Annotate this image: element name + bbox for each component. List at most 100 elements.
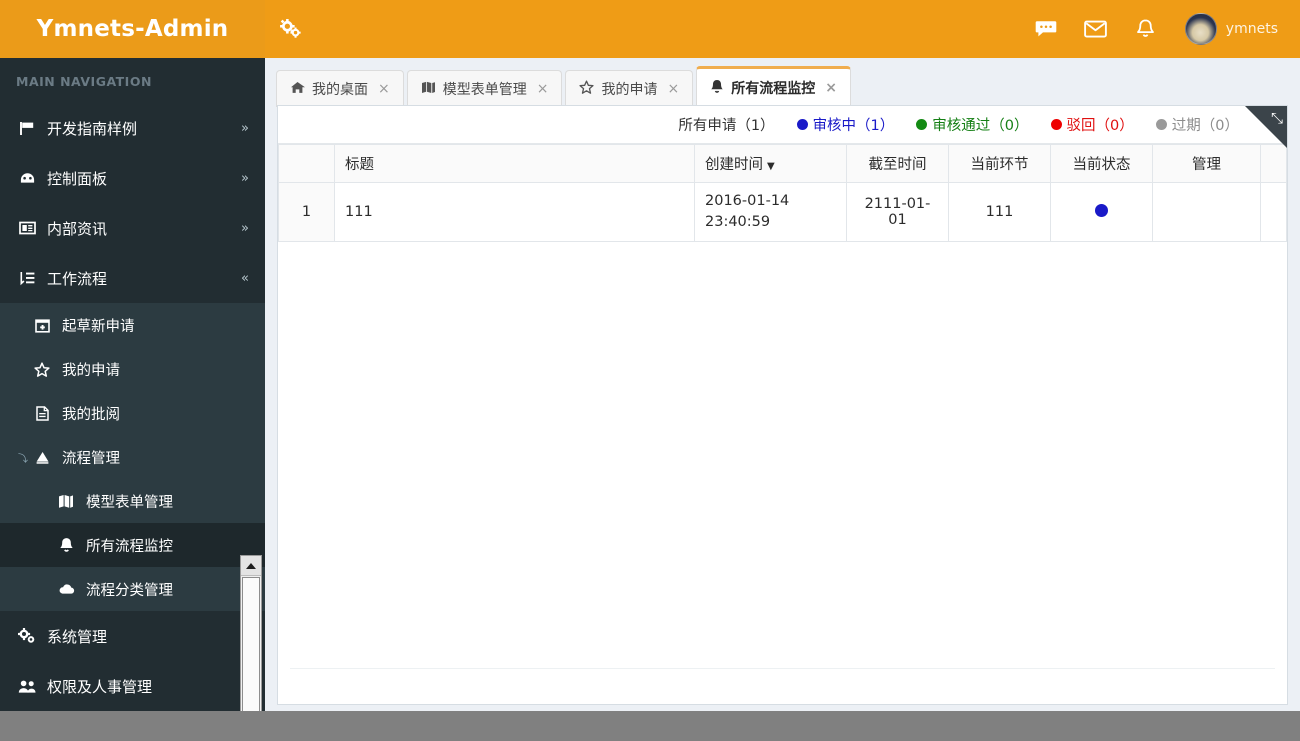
tab-my-desktop[interactable]: 我的桌面 × bbox=[276, 70, 404, 107]
filter-label: 驳回（0） bbox=[1066, 118, 1134, 134]
table-body: 1 111 2016-01-14 23:40:59 2111-01-01 111 bbox=[278, 181, 1287, 243]
filter-in-review[interactable]: 审核中（1） bbox=[796, 114, 894, 135]
triangle-up-icon bbox=[246, 562, 256, 569]
tab-my-applications[interactable]: 我的申请 × bbox=[565, 70, 694, 107]
sidebar-toggle-button[interactable] bbox=[265, 0, 317, 58]
sidebar-item-new-application[interactable]: 起草新申请 bbox=[0, 303, 265, 347]
file-icon bbox=[30, 405, 54, 421]
sidebar-item-flow-management[interactable]: ⤵ 流程管理 bbox=[0, 435, 265, 479]
cell-title: 111 bbox=[334, 181, 695, 243]
filter-rejected[interactable]: 驳回（0） bbox=[1050, 114, 1134, 135]
newspaper-icon bbox=[14, 221, 40, 235]
envelope-icon bbox=[1084, 20, 1108, 38]
notifications-button[interactable] bbox=[1121, 0, 1171, 58]
sidebar-item-label: 我的批阅 bbox=[62, 406, 120, 423]
caret-icon: ⤵ bbox=[18, 453, 28, 465]
chevron-down-icon: » bbox=[241, 220, 249, 236]
cell-current-status bbox=[1050, 181, 1153, 243]
sidebar: MAIN NAVIGATION 开发指南样例 » 控制面板 » 内部资讯 » 工… bbox=[0, 58, 265, 741]
tab-bar: 我的桌面 × 模型表单管理 × 我的申请 × 所有流程监控 × bbox=[265, 58, 1300, 107]
filter-expired[interactable]: 过期（0） bbox=[1155, 114, 1239, 135]
sidebar-item-label: 控制面板 bbox=[47, 169, 108, 188]
create-time: 23:40:59 bbox=[705, 214, 771, 231]
sidebar-item-all-process-monitor[interactable]: 所有流程监控 bbox=[0, 523, 265, 567]
chevron-down-icon: » bbox=[241, 170, 249, 186]
status-dot-blue bbox=[796, 119, 808, 130]
book-icon bbox=[421, 81, 436, 98]
sidebar-item-label: 流程管理 bbox=[62, 450, 120, 467]
cell-create-time: 2016-01-14 23:40:59 bbox=[694, 181, 847, 243]
tab-label: 我的申请 bbox=[601, 82, 658, 98]
status-dot-blue bbox=[1095, 203, 1108, 217]
fullscreen-toggle[interactable]: ⤡ bbox=[1245, 106, 1287, 148]
sidebar-item-label: 权限及人事管理 bbox=[47, 677, 153, 696]
sidebar-item-label: 内部资讯 bbox=[47, 219, 108, 238]
tab-close-icon[interactable]: × bbox=[537, 81, 549, 97]
star-icon bbox=[579, 80, 595, 98]
bell-icon bbox=[710, 79, 724, 98]
cell-manage bbox=[1152, 181, 1261, 243]
status-dot-gray bbox=[1155, 119, 1167, 130]
chevron-up-icon: « bbox=[241, 270, 249, 286]
mail-button[interactable] bbox=[1071, 0, 1121, 58]
sidebar-item-dev-guide[interactable]: 开发指南样例 » bbox=[0, 103, 265, 153]
filter-label: 所有申请（1） bbox=[678, 118, 775, 134]
sidebar-item-model-form-management[interactable]: 模型表单管理 bbox=[0, 479, 265, 523]
user-menu[interactable]: ymnets bbox=[1171, 0, 1300, 58]
filter-label: 过期（0） bbox=[1171, 118, 1239, 134]
status-dot-green bbox=[916, 119, 928, 130]
home-icon bbox=[290, 81, 305, 98]
filter-label: 审核通过（0） bbox=[932, 118, 1029, 134]
process-table: 标题 创建时间 ▼ 截至时间 当前环节 当前状态 管理 1 111 2016-0… bbox=[278, 144, 1287, 243]
col-current-status: 当前状态 bbox=[1050, 144, 1153, 183]
chevron-down-icon: » bbox=[241, 120, 249, 136]
sidebar-item-label: 模型表单管理 bbox=[86, 494, 173, 511]
sidebar-item-internal-news[interactable]: 内部资讯 » bbox=[0, 203, 265, 253]
col-manage: 管理 bbox=[1152, 144, 1261, 183]
scroll-up-button[interactable] bbox=[241, 556, 261, 576]
sidebar-item-my-applications[interactable]: 我的申请 bbox=[0, 347, 265, 391]
cell-tail bbox=[1260, 181, 1287, 243]
cell-index: 1 bbox=[278, 181, 335, 243]
tab-label: 我的桌面 bbox=[312, 82, 368, 98]
tab-all-process-monitor[interactable]: 所有流程监控 × bbox=[696, 66, 851, 107]
sidebar-item-label: 起草新申请 bbox=[62, 318, 135, 335]
tab-close-icon[interactable]: × bbox=[378, 81, 390, 97]
sidebar-item-flow-category-management[interactable]: 流程分类管理 bbox=[0, 567, 265, 611]
panel-footer-divider bbox=[290, 668, 1275, 682]
sort-desc-icon: ▼ bbox=[767, 161, 775, 172]
cell-due-time: 2111-01-01 bbox=[846, 181, 949, 243]
col-due-time: 截至时间 bbox=[846, 144, 949, 183]
tab-model-form-management[interactable]: 模型表单管理 × bbox=[406, 70, 563, 107]
logo-bar[interactable]: Ymnets-Admin bbox=[0, 0, 265, 58]
app-logo-text: Ymnets-Admin bbox=[36, 16, 229, 42]
cogs-icon bbox=[280, 19, 301, 38]
filter-approved[interactable]: 审核通过（0） bbox=[916, 114, 1029, 135]
bell-icon bbox=[1137, 19, 1155, 37]
messages-button[interactable] bbox=[1021, 0, 1071, 58]
top-navbar: ymnets bbox=[265, 0, 1300, 58]
dashboard-icon bbox=[14, 171, 40, 185]
tab-label: 模型表单管理 bbox=[442, 82, 527, 98]
sidebar-item-label: 流程分类管理 bbox=[86, 582, 173, 599]
sidebar-item-permission-hr[interactable]: 权限及人事管理 » bbox=[0, 661, 265, 711]
tab-close-icon[interactable]: × bbox=[825, 80, 837, 96]
tab-close-icon[interactable]: × bbox=[667, 81, 679, 97]
table-header-row: 标题 创建时间 ▼ 截至时间 当前环节 当前状态 管理 bbox=[278, 144, 1287, 183]
filter-all-applications[interactable]: 所有申请（1） bbox=[678, 114, 774, 135]
expand-arrows-icon: ⤡ bbox=[1270, 109, 1283, 127]
table-row[interactable]: 1 111 2016-01-14 23:40:59 2111-01-01 111 bbox=[278, 181, 1287, 243]
sidebar-item-label: 我的申请 bbox=[62, 362, 120, 379]
sidebar-item-my-reviews[interactable]: 我的批阅 bbox=[0, 391, 265, 435]
status-dot-red bbox=[1050, 119, 1062, 130]
sidebar-item-label: 系统管理 bbox=[47, 627, 108, 646]
create-date: 2016-01-14 bbox=[705, 193, 790, 209]
admin-page: Ymnets-Admin ymnets MAIN NAVIGATION 开发指南… bbox=[0, 0, 1300, 741]
sidebar-item-dashboard[interactable]: 控制面板 » bbox=[0, 153, 265, 203]
user-name-label: ymnets bbox=[1225, 21, 1278, 37]
sidebar-item-system-management[interactable]: 系统管理 » bbox=[0, 611, 265, 661]
sidebar-item-workflow[interactable]: 工作流程 « bbox=[0, 253, 265, 303]
flow-manage-icon bbox=[30, 450, 54, 465]
sidebar-item-label: 开发指南样例 bbox=[47, 119, 138, 138]
col-create-time[interactable]: 创建时间 ▼ bbox=[694, 144, 847, 183]
